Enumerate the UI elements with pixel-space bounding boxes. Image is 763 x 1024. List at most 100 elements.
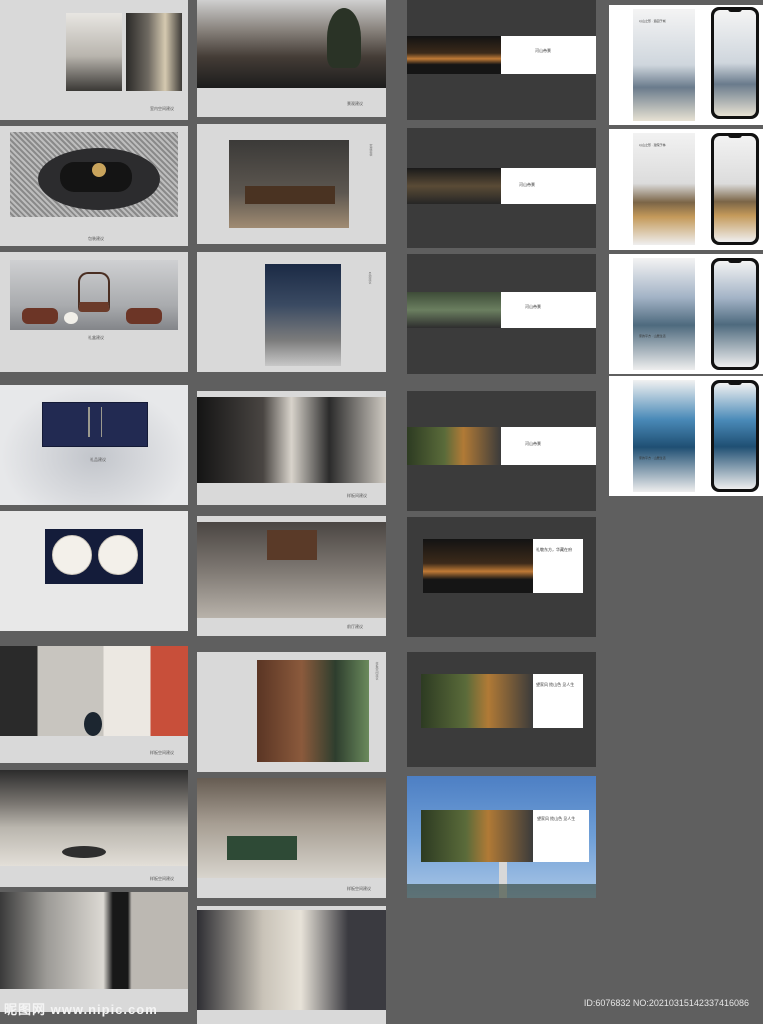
sheet-poster-4[interactable]: 家的平方 · 山居生活 bbox=[609, 376, 763, 496]
sheet-furniture[interactable]: 家居软装 bbox=[197, 124, 386, 244]
banner-photo-hill bbox=[423, 539, 533, 593]
sheet-banner-5[interactable]: 礼敬东方，华藏在府 bbox=[407, 517, 596, 637]
poster-title: 家的平方 · 山居生活 bbox=[639, 456, 666, 460]
sheet-caption: 景观建议 bbox=[347, 101, 363, 106]
poster-image bbox=[633, 9, 695, 121]
photo-teapot bbox=[64, 312, 78, 324]
phone-screen bbox=[714, 383, 756, 489]
sheet-banner-2[interactable]: 河山帝景 bbox=[407, 128, 596, 248]
phone-mockup bbox=[711, 380, 759, 492]
photo-pine-tree bbox=[327, 8, 361, 68]
sheet-caption: 样板空间建议 bbox=[150, 876, 174, 881]
phone-notch bbox=[728, 260, 742, 263]
sheet-caption: 礼盒建议 bbox=[88, 335, 104, 340]
banner-slogan: 礼敬东方，华藏在府 bbox=[536, 547, 572, 552]
image-id-label: ID:6076832 NO:20210315142337416086 bbox=[583, 998, 749, 1008]
phone-notch bbox=[728, 9, 742, 12]
banner-brand: 河山帝景 bbox=[525, 441, 541, 446]
sheet-caption: 前厅建议 bbox=[347, 624, 363, 629]
sheet-caption: 礼品建议 bbox=[90, 457, 106, 462]
sheet-billboard[interactable]: 望家风 揽山色 见人生 bbox=[407, 776, 596, 898]
sheet-giftbox[interactable]: 礼品建议 bbox=[0, 385, 188, 505]
photo-corridor bbox=[197, 910, 386, 1010]
sheet-caption: 样板间建议 bbox=[347, 493, 367, 498]
poster-image bbox=[633, 380, 695, 492]
banner-photo-autumn bbox=[421, 674, 533, 728]
phone-notch bbox=[728, 382, 742, 385]
photo-sales-model bbox=[197, 778, 386, 878]
banner-brand: 河山帝景 bbox=[519, 182, 535, 187]
sheet-caption-vertical: 家居软装 bbox=[369, 144, 373, 156]
banner-brand: 河山帝景 bbox=[535, 48, 551, 53]
poster-title: 以山之形 · 造园于城 bbox=[639, 19, 666, 23]
banner-photo-autumn bbox=[407, 427, 501, 465]
logo-mark bbox=[88, 407, 102, 437]
sheet-caption: 包装建议 bbox=[88, 236, 104, 241]
sheet-caption-vertical: 景观建议 bbox=[368, 272, 372, 284]
poster-image bbox=[633, 258, 695, 370]
sheet-teaset[interactable]: 礼盒建议 bbox=[0, 252, 188, 372]
banner-photo-court bbox=[407, 168, 501, 204]
phone-notch bbox=[728, 135, 742, 138]
phone-mockup bbox=[711, 133, 759, 245]
photo-tea-box-right bbox=[126, 308, 162, 324]
site-watermark: 昵图网 www.nipic.com bbox=[4, 1002, 158, 1017]
photo-sideboard bbox=[245, 186, 335, 204]
phone-screen bbox=[714, 136, 756, 242]
sheet-banner-6[interactable]: 望家风 揽山色 见人生 bbox=[407, 652, 596, 767]
sheet-showroom[interactable]: 样板间建议 bbox=[197, 391, 386, 505]
banner-photo-garden bbox=[407, 292, 501, 328]
sheet-lobby[interactable]: 前厅建议 bbox=[197, 516, 386, 636]
phone-screen bbox=[714, 261, 756, 367]
photo-narrow-garden bbox=[265, 264, 341, 366]
photo-interior-a bbox=[66, 13, 122, 91]
billboard-slogan: 望家风 揽山色 见人生 bbox=[537, 816, 576, 821]
poster-image bbox=[633, 133, 695, 245]
sheet-landscape-2[interactable]: 景观建议 bbox=[197, 252, 386, 372]
photo-tea-box-left bbox=[22, 308, 58, 324]
photo-tea-basket bbox=[78, 272, 110, 312]
banner-brand: 河山帝景 bbox=[525, 304, 541, 309]
banner-photo-hill bbox=[407, 36, 501, 74]
sheet-entrance[interactable]: 样板空间建议 bbox=[197, 652, 386, 772]
phone-mockup bbox=[711, 7, 759, 119]
sheet-landscape-1[interactable]: 景观建议 bbox=[197, 0, 386, 117]
poster-title: 以山之形 · 建院于林 bbox=[639, 143, 666, 147]
photo-sand-table bbox=[227, 836, 297, 860]
sheet-poster-3[interactable]: 家的平方 · 山居生活 bbox=[609, 254, 763, 374]
sheet-giftbox-open[interactable] bbox=[0, 511, 188, 631]
sheet-banner-1[interactable]: 河山帝景 bbox=[407, 0, 596, 120]
poster-title: 家的平方 · 山居生活 bbox=[639, 334, 666, 338]
photo-hallway bbox=[0, 892, 188, 989]
photo-vase bbox=[84, 712, 102, 736]
photo-lobby-sign bbox=[267, 530, 317, 560]
billboard-trees bbox=[407, 884, 596, 898]
photo-showroom bbox=[197, 397, 386, 483]
sheet-interior-1[interactable]: 室内空间建议 bbox=[0, 0, 188, 120]
banner-slogan: 望家风 揽山色 见人生 bbox=[536, 682, 575, 687]
sheet-poster-2[interactable]: 以山之形 · 建院于林 bbox=[609, 129, 763, 250]
sheet-tableware[interactable]: 包装建议 bbox=[0, 126, 188, 246]
sheet-corridor[interactable] bbox=[197, 906, 386, 1024]
sheet-caption: 样板空间建议 bbox=[347, 886, 371, 891]
phone-mockup bbox=[711, 258, 759, 370]
sheet-living-2[interactable]: 样板空间建议 bbox=[0, 770, 188, 887]
sheet-caption: 室内空间建议 bbox=[150, 106, 174, 111]
sheet-banner-4[interactable]: 河山帝景 bbox=[407, 391, 596, 511]
sheet-caption-vertical: 样板空间建议 bbox=[375, 662, 379, 680]
sheet-sales-center[interactable]: 样板空间建议 bbox=[197, 778, 386, 898]
photo-coffee-table bbox=[62, 846, 106, 858]
sheet-poster-1[interactable]: 以山之形 · 造园于城 bbox=[609, 5, 763, 125]
sheet-banner-3[interactable]: 河山帝景 bbox=[407, 254, 596, 374]
sheet-living-1[interactable]: 样板空间建议 bbox=[0, 646, 188, 763]
photo-tea-cake-left bbox=[52, 535, 92, 575]
photo-sideboard-room bbox=[229, 140, 349, 228]
billboard-photo bbox=[421, 810, 533, 862]
photo-interior-b bbox=[126, 13, 182, 91]
photo-entrance bbox=[257, 660, 369, 762]
sheet-living-3[interactable] bbox=[0, 892, 188, 1012]
sheet-caption: 样板空间建议 bbox=[150, 750, 174, 755]
photo-napkin-ring bbox=[92, 163, 106, 177]
phone-screen bbox=[714, 10, 756, 116]
photo-tea-cake-right bbox=[98, 535, 138, 575]
